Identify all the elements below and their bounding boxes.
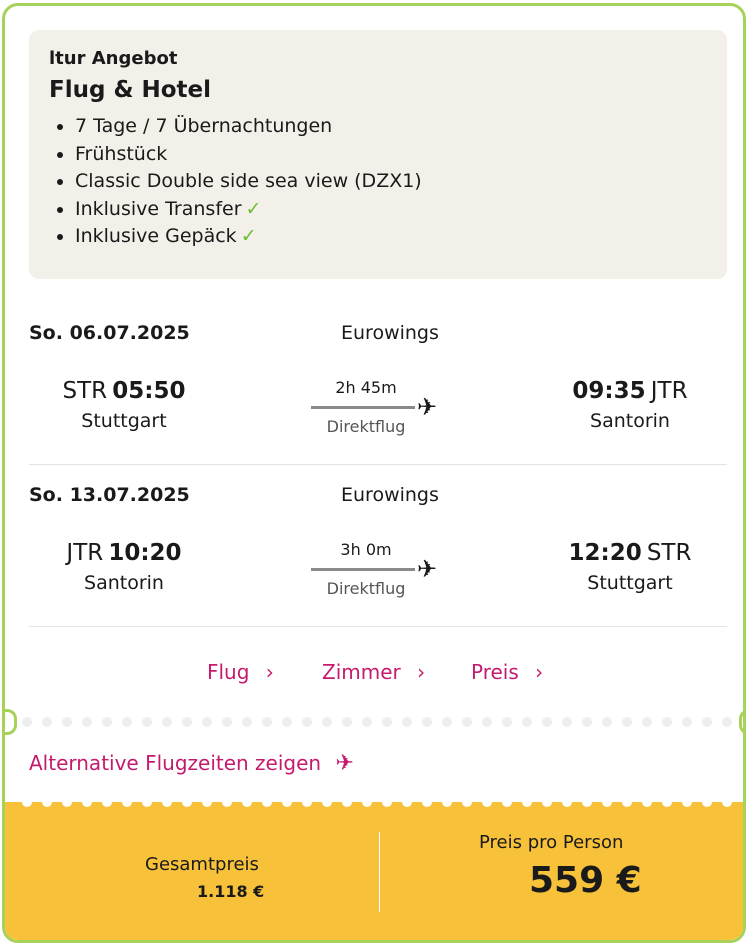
- price-footer: Gesamtpreis 1.118 € Preis pro Person 559…: [5, 797, 743, 940]
- route-line: ✈: [311, 555, 441, 583]
- chevron-right-icon: ›: [265, 660, 274, 684]
- flug-link[interactable]: Flug ›: [207, 660, 274, 684]
- arrival-time: 12:20: [568, 540, 642, 566]
- offer-label: ltur Angebot: [49, 48, 178, 69]
- offer-card: ltur Angebot Flug & Hotel 7 Tage / 7 Übe…: [2, 3, 746, 943]
- ticket-perforation: [5, 717, 743, 727]
- arrival-code: JTR: [650, 378, 688, 404]
- plane-icon: ✈: [417, 555, 438, 583]
- route-bar: [311, 568, 415, 571]
- flug-link-label: Flug: [207, 660, 250, 684]
- arrival-city: Stuttgart: [587, 572, 673, 594]
- feature-item: Inklusive Transfer✓: [75, 196, 707, 224]
- preis-link-label: Preis: [471, 660, 519, 684]
- check-icon: ✓: [245, 197, 262, 220]
- offer-title: Flug & Hotel: [49, 77, 212, 103]
- divider: [29, 464, 727, 465]
- arrival: 12:20 STR Stuttgart: [535, 540, 725, 594]
- per-person-price: 559 €: [529, 860, 642, 901]
- feature-item: 7 Tage / 7 Übernachtungen: [75, 113, 707, 141]
- chevron-right-icon: ›: [535, 660, 544, 684]
- feature-text: Classic Double side sea view (DZX1): [75, 170, 422, 192]
- feature-item: Frühstück: [75, 141, 707, 169]
- flight-route: 2h 45m ✈ Direktflug: [311, 378, 441, 436]
- flight-date: So. 06.07.2025: [29, 322, 190, 344]
- alternative-times-label: Alternative Flugzeiten zeigen: [29, 751, 322, 775]
- arrival-time: 09:35: [572, 378, 646, 404]
- departure-time: 05:50: [112, 378, 186, 404]
- ticket-notch-right: [739, 709, 743, 735]
- plane-icon: ✈: [335, 751, 354, 776]
- feature-text: 7 Tage / 7 Übernachtungen: [75, 115, 333, 137]
- ticket-notch-left: [5, 709, 17, 735]
- feature-item: Inklusive Gepäck✓: [75, 223, 707, 251]
- flight-date: So. 13.07.2025: [29, 484, 190, 506]
- route-bar: [311, 406, 415, 409]
- feature-item: Classic Double side sea view (DZX1): [75, 168, 707, 196]
- departure: STR 05:50 Stuttgart: [29, 378, 219, 432]
- per-person-label: Preis pro Person: [479, 832, 624, 853]
- arrival-code: STR: [646, 540, 692, 566]
- offer-box: ltur Angebot Flug & Hotel 7 Tage / 7 Übe…: [29, 30, 727, 279]
- feature-text: Frühstück: [75, 142, 168, 165]
- feature-text: Inklusive Transfer: [75, 197, 242, 220]
- divider: [29, 626, 727, 627]
- return-flight: So. 13.07.2025 Eurowings JTR 10:20 Santo…: [29, 484, 725, 644]
- departure-city: Santorin: [84, 572, 164, 594]
- feature-list: 7 Tage / 7 Übernachtungen Frühstück Clas…: [49, 113, 707, 251]
- price-divider: [379, 832, 380, 912]
- alternative-times-link[interactable]: Alternative Flugzeiten zeigen ✈: [29, 751, 354, 776]
- preis-link[interactable]: Preis ›: [471, 660, 543, 684]
- footer-perforation: [5, 797, 743, 807]
- feature-text: Inklusive Gepäck: [75, 225, 237, 247]
- route-line: ✈: [311, 393, 441, 421]
- departure-city: Stuttgart: [81, 410, 167, 432]
- check-icon: ✓: [240, 225, 257, 247]
- airline-name: Eurowings: [341, 322, 439, 344]
- departure-time: 10:20: [108, 540, 182, 566]
- chevron-right-icon: ›: [417, 660, 426, 684]
- total-price-value: 1.118 €: [197, 882, 265, 901]
- zimmer-link-label: Zimmer: [322, 660, 401, 684]
- airline-name: Eurowings: [341, 484, 439, 506]
- departure: JTR 10:20 Santorin: [29, 540, 219, 594]
- arrival-city: Santorin: [590, 410, 670, 432]
- departure-code: JTR: [66, 540, 104, 566]
- plane-icon: ✈: [417, 393, 438, 421]
- total-price-label: Gesamtpreis: [145, 854, 259, 875]
- arrival: 09:35 JTR Santorin: [535, 378, 725, 432]
- outbound-flight: So. 06.07.2025 Eurowings STR 05:50 Stutt…: [29, 322, 725, 482]
- zimmer-link[interactable]: Zimmer ›: [322, 660, 425, 684]
- departure-code: STR: [62, 378, 108, 404]
- flight-route: 3h 0m ✈ Direktflug: [311, 540, 441, 598]
